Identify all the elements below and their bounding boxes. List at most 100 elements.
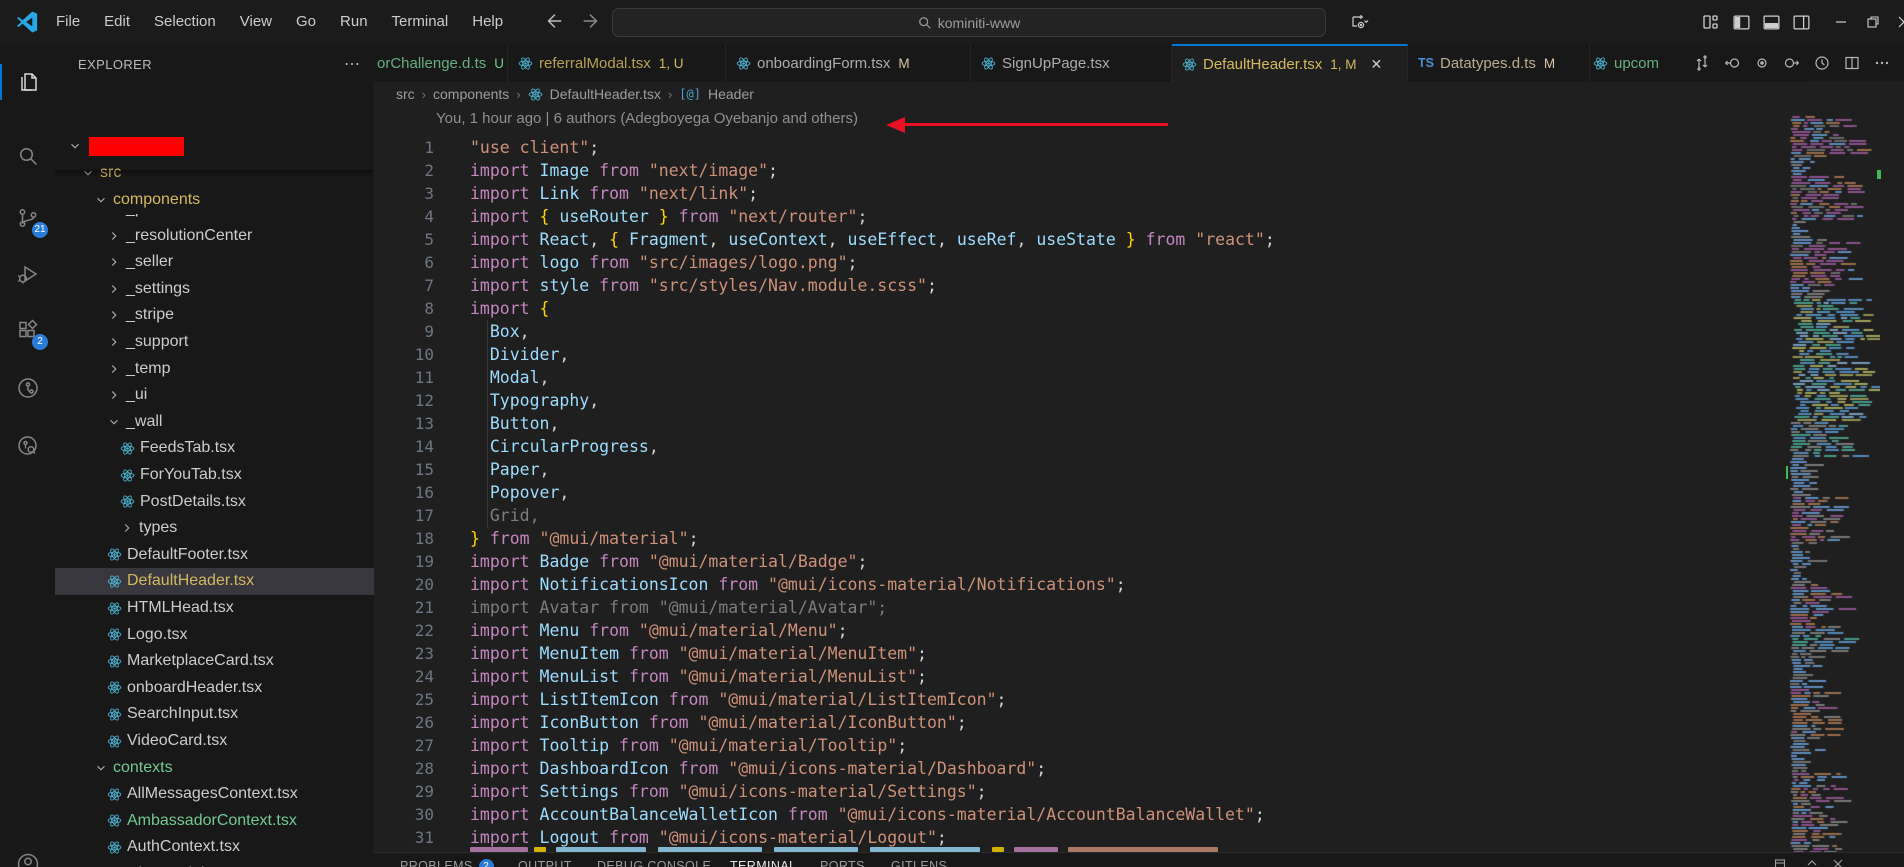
command-center[interactable]: kominiti-www	[612, 8, 1326, 37]
menu-terminal[interactable]: Terminal	[380, 0, 461, 44]
views-more-actions-icon[interactable]: ⋯	[344, 54, 360, 74]
tree-item-label: _seller	[126, 253, 173, 271]
minimap[interactable]	[1786, 106, 1880, 864]
source-control-icon[interactable]: 21	[0, 194, 55, 242]
panel-tab-terminal[interactable]: TERMINAL	[730, 859, 796, 867]
breadcrumb-item-components[interactable]: components	[433, 86, 509, 102]
restore-icon[interactable]	[1862, 11, 1884, 33]
tab-upcom[interactable]: upcom	[1590, 44, 1702, 82]
previous-change-icon[interactable]	[1724, 55, 1740, 71]
menu-selection[interactable]: Selection	[142, 0, 228, 44]
accounts-icon[interactable]	[0, 840, 55, 867]
search-icon[interactable]	[0, 132, 55, 180]
customize-layout-icon[interactable]	[1700, 11, 1722, 33]
file-SearchInput.tsx[interactable]: SearchInput.tsx	[55, 701, 375, 728]
folder-root[interactable]	[55, 133, 375, 160]
folder-_ui[interactable]: _ui	[55, 382, 375, 409]
tab-defaultheader-tsx[interactable]: DefaultHeader.tsx1, M✕	[1172, 44, 1408, 82]
tab-git-badge: 1, U	[659, 56, 684, 71]
run-and-debug-icon[interactable]	[0, 250, 55, 298]
extensions-icon[interactable]: 2	[0, 306, 55, 354]
gitlens-inspect-icon[interactable]	[0, 422, 55, 470]
gitlens-icon[interactable]	[0, 364, 55, 412]
folder-_support[interactable]: _support	[55, 329, 375, 356]
file-AmbassadorContext.tsx[interactable]: AmbassadorContext.tsxU	[55, 807, 375, 834]
folder-contexts[interactable]: contexts	[55, 754, 375, 781]
next-change-icon[interactable]	[1784, 55, 1800, 71]
file-MarketplaceCard.tsx[interactable]: MarketplaceCard.tsx	[55, 648, 375, 675]
explorer-icon[interactable]	[0, 58, 55, 106]
file-ChatModalContext.tsx[interactable]: ChatModalContext.tsx	[55, 861, 375, 867]
file-PostDetails.tsx[interactable]: PostDetails.tsx	[55, 488, 375, 515]
tab-git-badge: U	[494, 56, 504, 71]
compare-changes-icon[interactable]	[1694, 55, 1710, 71]
folder-types[interactable]: types	[55, 515, 375, 542]
panel-tab-problems[interactable]: PROBLEMS2	[400, 859, 494, 867]
file-DefaultFooter.tsx[interactable]: DefaultFooter.tsx	[55, 541, 375, 568]
current-change-icon[interactable]	[1754, 55, 1770, 71]
file-history-icon[interactable]	[1814, 55, 1830, 71]
tab-referralmodal-tsx[interactable]: referralModal.tsx1, U	[508, 44, 726, 82]
panel-close-icon[interactable]	[1832, 858, 1844, 867]
folder-_resolutionCenter[interactable]: _resolutionCenter	[55, 222, 375, 249]
chevron-right-icon	[106, 254, 122, 270]
code-text: } from "@mui/material";	[470, 527, 699, 550]
menu-go[interactable]: Go	[284, 0, 328, 44]
split-editor-icon[interactable]	[1844, 55, 1860, 71]
minimize-icon[interactable]	[1830, 11, 1852, 33]
panel-tab-debug-console[interactable]: DEBUG CONSOLE	[597, 859, 711, 867]
file-AuthContext.tsx[interactable]: AuthContext.tsx	[55, 834, 375, 861]
react-file-icon	[106, 680, 123, 695]
nav-back-icon[interactable]	[543, 10, 567, 34]
menu-view[interactable]: View	[228, 0, 284, 44]
menu-edit[interactable]: Edit	[92, 0, 142, 44]
breadcrumb-item-header[interactable]: Header	[708, 86, 754, 102]
file-Logo.tsx[interactable]: Logo.tsx	[55, 621, 375, 648]
git-blame-annotation: You, 1 hour ago | 6 authors (Adegboyega …	[436, 110, 858, 127]
code-line-4: 4import { useRouter } from "next/router"…	[374, 205, 1786, 228]
panel-tab-output[interactable]: OUTPUT	[518, 859, 572, 867]
line-number: 9	[374, 320, 434, 343]
chevron-down-icon	[93, 192, 109, 208]
file-HTMLHead.tsx[interactable]: HTMLHead.tsx	[55, 595, 375, 622]
file-ForYouTab.tsx[interactable]: ForYouTab.tsx	[55, 462, 375, 489]
code-text: import IconButton from "@mui/material/Ic…	[470, 711, 967, 734]
toggle-secondary-sidebar-icon[interactable]	[1790, 11, 1812, 33]
tab-close-icon[interactable]: ✕	[1371, 56, 1383, 73]
tab-datatypes-d-ts[interactable]: TSDatatypes.d.tsM	[1408, 44, 1590, 82]
more-actions-icon[interactable]	[1874, 55, 1890, 71]
tab-onboardingform-tsx[interactable]: onboardingForm.tsxM	[726, 44, 971, 82]
tab-orchallenge-d-ts[interactable]: orChallenge.d.tsU	[374, 44, 508, 82]
code-editor[interactable]: You, 1 hour ago | 6 authors (Adegboyega …	[374, 106, 1786, 852]
panel-maximize-icon[interactable]	[1806, 858, 1818, 867]
folder-_stripe[interactable]: _stripe	[55, 302, 375, 329]
folder-components[interactable]: components	[55, 187, 375, 214]
folder-_temp[interactable]: _temp	[55, 355, 375, 382]
file-onboardHeader.tsx[interactable]: onboardHeader.tsx	[55, 674, 375, 701]
panel-tab-gitlens[interactable]: GITLENS	[891, 859, 947, 867]
breadcrumb-item-src[interactable]: src	[396, 86, 415, 102]
panel-views-icon[interactable]	[1774, 858, 1786, 867]
folder-_wall[interactable]: _wall	[55, 408, 375, 435]
line-number: 13	[374, 412, 434, 435]
remote-window-icon[interactable]	[1348, 11, 1370, 33]
tab-signuppage-tsx[interactable]: SignUpPage.tsx	[971, 44, 1172, 82]
react-file-icon	[106, 601, 123, 616]
breadcrumb-item-defaultheader-tsx[interactable]: DefaultHeader.tsx	[550, 86, 661, 102]
menu-file[interactable]: File	[44, 0, 92, 44]
tree-item-label: DefaultHeader.tsx	[127, 572, 254, 590]
file-AllMessagesContext.tsx[interactable]: AllMessagesContext.tsx	[55, 781, 375, 808]
chevron-right-icon	[106, 281, 122, 297]
folder-_seller[interactable]: _seller	[55, 249, 375, 276]
toggle-sidebar-icon[interactable]	[1730, 11, 1752, 33]
file-DefaultHeader.tsx[interactable]: DefaultHeader.tsx1, M	[55, 568, 375, 595]
folder-_settings[interactable]: _settings	[55, 275, 375, 302]
file-FeedsTab.tsx[interactable]: FeedsTab.tsxM	[55, 435, 375, 462]
toggle-panel-icon[interactable]	[1760, 11, 1782, 33]
panel-tab-ports[interactable]: PORTS	[820, 859, 865, 867]
nav-forward-icon[interactable]	[580, 10, 604, 34]
file-VideoCard.tsx[interactable]: VideoCard.tsx	[55, 728, 375, 755]
menu-run[interactable]: Run	[328, 0, 380, 44]
menu-help[interactable]: Help	[460, 0, 515, 44]
close-icon[interactable]	[1893, 11, 1904, 33]
